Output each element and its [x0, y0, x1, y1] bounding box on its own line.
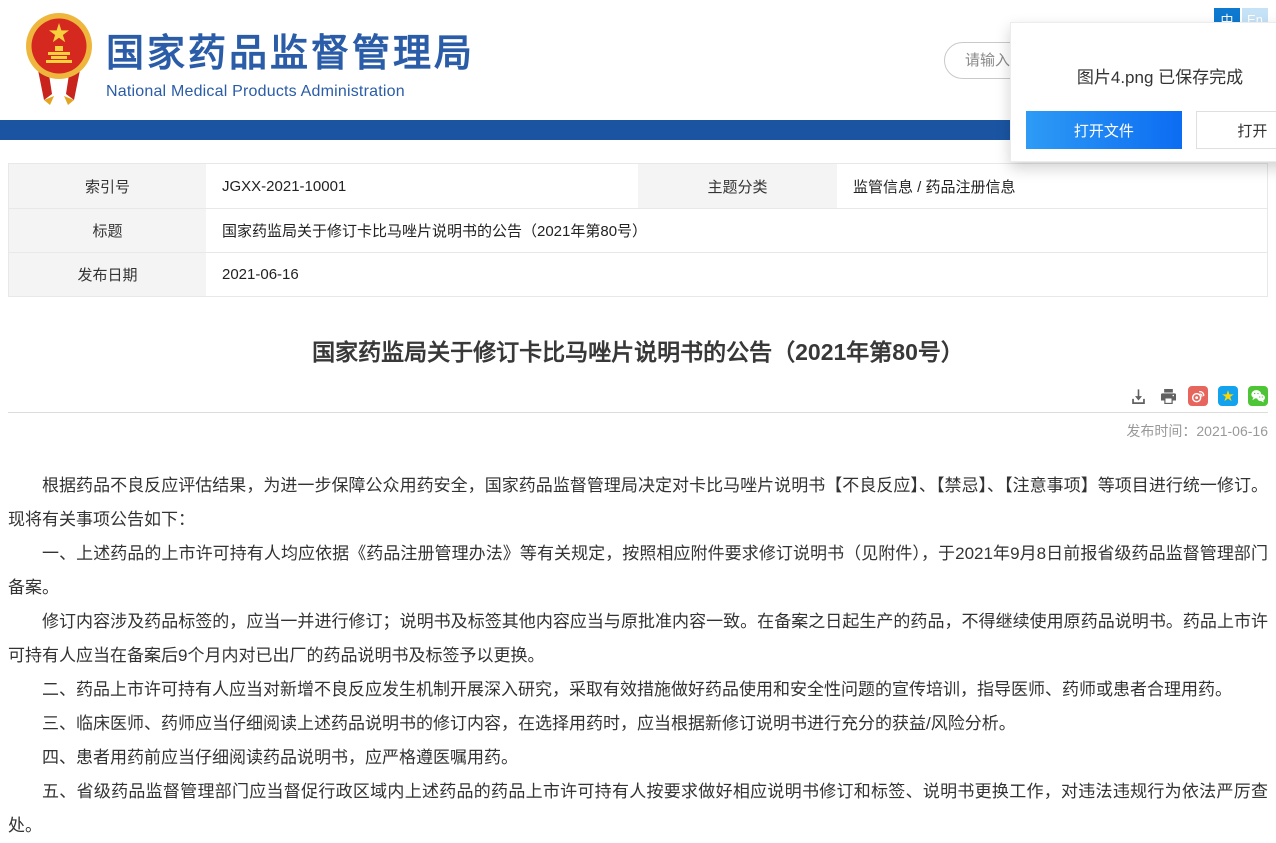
article-title: 国家药监局关于修订卡比马唑片说明书的公告（2021年第80号） [8, 333, 1268, 367]
article-toolbar: ★ [8, 385, 1268, 407]
download-icon[interactable] [1128, 386, 1148, 406]
publish-time: 发布时间：2021-06-16 [8, 421, 1268, 441]
document-info-table: 索引号 JGXX-2021-10001 主题分类 监管信息 / 药品注册信息 标… [8, 163, 1268, 297]
index-number-value: JGXX-2021-10001 [206, 164, 638, 208]
download-complete-message: 图片4.png 已保存完成 [1011, 63, 1276, 88]
print-icon[interactable] [1158, 386, 1178, 406]
publish-date-label: 发布日期 [9, 252, 206, 296]
title-label: 标题 [9, 208, 206, 252]
paragraph-item-3: 三、临床医师、药师应当仔细阅读上述药品说明书的修订内容，在选择用药时，应当根据新… [8, 707, 1268, 741]
open-file-button[interactable]: 打开文件 [1026, 111, 1182, 149]
index-number-label: 索引号 [9, 164, 206, 208]
paragraph-intro: 根据药品不良反应评估结果，为进一步保障公众用药安全，国家药品监督管理局决定对卡比… [8, 469, 1268, 537]
topic-category-label: 主题分类 [638, 164, 837, 208]
main-content: 索引号 JGXX-2021-10001 主题分类 监管信息 / 药品注册信息 标… [0, 163, 1276, 843]
national-emblem-logo [24, 8, 94, 108]
topic-category-value: 监管信息 / 药品注册信息 [837, 164, 1267, 208]
site-brand: 国家药品监督管理局 National Medical Products Admi… [106, 22, 475, 101]
divider-line [8, 412, 1268, 413]
publish-date-value: 2021-06-16 [206, 252, 1267, 296]
qzone-share-icon[interactable]: ★ [1218, 386, 1238, 406]
weibo-share-icon[interactable] [1188, 386, 1208, 406]
paragraph-item-1: 一、上述药品的上市许可持有人均应依据《药品注册管理办法》等有关规定，按照相应附件… [8, 537, 1268, 605]
open-button[interactable]: 打开 [1196, 111, 1276, 149]
article-body: 根据药品不良反应评估结果，为进一步保障公众用药安全，国家药品监督管理局决定对卡比… [8, 469, 1268, 843]
popup-button-row: 打开文件 打开 [1011, 111, 1276, 149]
paragraph-item-4: 四、患者用药前应当仔细阅读药品说明书，应严格遵医嘱用药。 [8, 741, 1268, 775]
paragraph-item-1-cont: 修订内容涉及药品标签的，应当一并进行修订；说明书及标签其他内容应当与原批准内容一… [8, 605, 1268, 673]
download-complete-popup: 图片4.png 已保存完成 打开文件 打开 [1010, 22, 1276, 162]
page: 国家药品监督管理局 National Medical Products Admi… [0, 0, 1276, 843]
paragraph-item-2: 二、药品上市许可持有人应当对新增不良反应发生机制开展深入研究，采取有效措施做好药… [8, 673, 1268, 707]
paragraph-item-5: 五、省级药品监督管理部门应当督促行政区域内上述药品的药品上市许可持有人按要求做好… [8, 775, 1268, 843]
wechat-share-icon[interactable] [1248, 386, 1268, 406]
site-title-english: National Medical Products Administration [106, 83, 475, 101]
title-value: 国家药监局关于修订卡比马唑片说明书的公告（2021年第80号） [206, 208, 1267, 252]
site-title-chinese: 国家药品监督管理局 [106, 22, 475, 77]
